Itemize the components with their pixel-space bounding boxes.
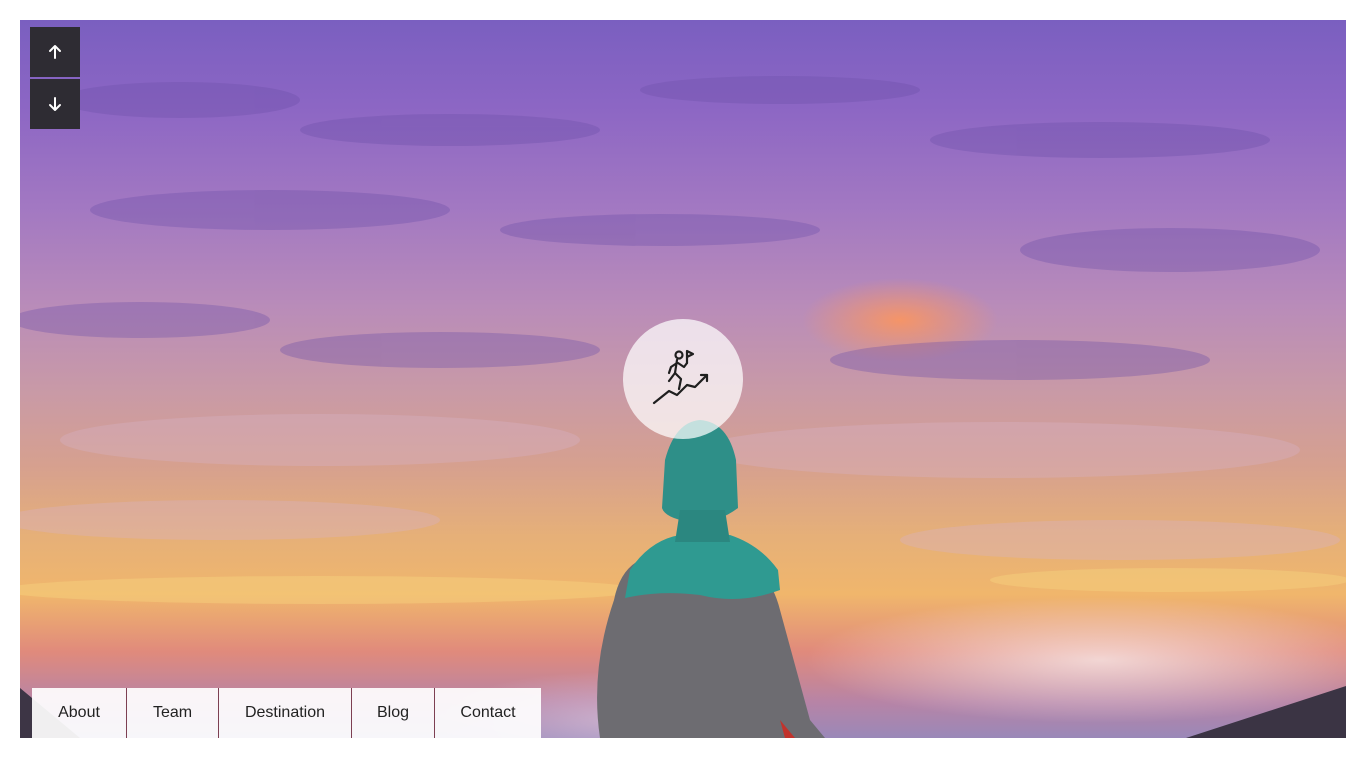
nav-item-label: About	[58, 704, 100, 721]
arrow-down-icon	[49, 97, 61, 111]
scroll-down-button[interactable]	[30, 79, 80, 129]
hiker-climbing-flag-icon	[652, 349, 709, 405]
hiker-figure	[597, 420, 825, 738]
nav-item-label: Contact	[460, 704, 516, 721]
nav-item-contact[interactable]: Contact	[434, 688, 541, 738]
nav-item-label: Destination	[244, 704, 326, 721]
nav-item-destination[interactable]: Destination	[218, 688, 351, 738]
arrow-up-icon	[49, 45, 61, 59]
nav-item-about[interactable]: About	[32, 688, 126, 738]
nav-item-team[interactable]: Team	[126, 688, 218, 738]
mountain-silhouette-right	[1186, 686, 1346, 738]
scroll-up-button[interactable]	[30, 27, 80, 77]
main-navigation: About Team Destination Blog Contact	[32, 688, 541, 738]
nav-item-blog[interactable]: Blog	[351, 688, 434, 738]
nav-item-label: Blog	[376, 704, 410, 721]
hero-badge	[623, 319, 743, 439]
nav-item-label: Team	[152, 704, 193, 721]
